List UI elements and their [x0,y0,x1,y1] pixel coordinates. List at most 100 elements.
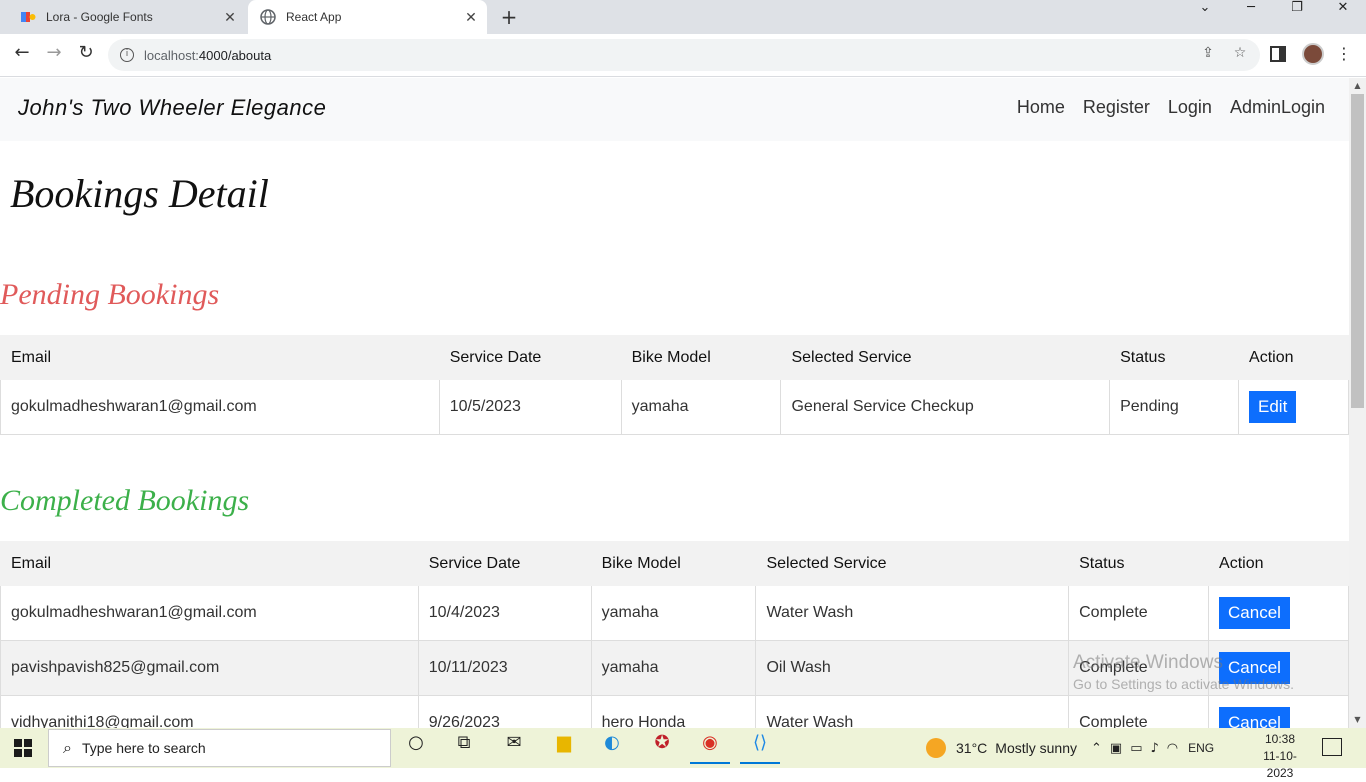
edge-icon[interactable]: ◐ [592,732,632,764]
profile-avatar[interactable] [1302,43,1324,65]
cell-model: yamaha [590,585,757,641]
windows-taskbar: ⌕ Type here to search ○ ⧉ ✉ ▆ ◐ ✪ ◉ ⟨⟩ 3… [0,728,1366,780]
file-explorer-icon[interactable]: ▆ [544,732,584,764]
nav-login-link[interactable]: Login [1168,97,1212,118]
back-arrow-icon[interactable]: ← [8,42,36,70]
table-row: vidhyanithi18@gmail.com 9/26/2023 hero H… [0,695,1349,728]
pending-bookings-heading: Pending Bookings [0,278,220,311]
cell-date: 10/4/2023 [417,585,592,641]
vscode-icon[interactable]: ⟨⟩ [740,732,780,764]
cancel-button[interactable]: Cancel [1219,597,1290,629]
tab-search-chevron-icon[interactable]: ⌄ [1182,0,1228,30]
nav-adminlogin-link[interactable]: AdminLogin [1230,97,1325,118]
cell-action: Cancel [1208,695,1349,728]
close-tab-icon[interactable]: ✕ [220,9,240,26]
language-indicator[interactable]: ENG [1188,741,1214,755]
completed-bookings-heading: Completed Bookings [0,484,250,517]
cell-service: Oil Wash [755,640,1070,696]
cancel-button[interactable]: Cancel [1219,652,1290,684]
globe-icon [260,9,276,25]
cancel-button[interactable]: Cancel [1219,707,1290,728]
column-header-selected-service: Selected Service [755,541,1070,586]
page-scrollbar[interactable]: ▲ ▼ [1349,78,1366,728]
site-navbar: John's Two Wheeler Elegance Home Registe… [0,78,1349,141]
scrollbar-thumb[interactable] [1351,94,1364,408]
nav-home-link[interactable]: Home [1017,97,1065,118]
table-header-row: Email Service Date Bike Model Selected S… [0,335,1349,380]
site-info-icon[interactable]: i [120,48,134,62]
new-tab-button[interactable]: + [498,6,520,28]
windows-start-icon[interactable] [14,739,32,757]
table-row: gokulmadheshwaran1@gmail.com 10/4/2023 y… [0,585,1349,641]
close-tab-icon[interactable]: ✕ [461,9,481,26]
side-panel-icon[interactable] [1270,46,1286,62]
cell-status: Complete [1068,585,1210,641]
bookmark-star-icon[interactable]: ☆ [1230,45,1250,65]
chrome-icon[interactable]: ◉ [690,732,730,764]
edit-button[interactable]: Edit [1249,391,1297,423]
share-icon[interactable]: ⇪ [1198,45,1218,65]
network-icon[interactable]: ▣ [1110,741,1122,756]
wifi-icon[interactable]: ◠ [1167,741,1178,756]
clock-date: 11-10-2023 [1263,749,1297,780]
cell-status: Complete [1068,640,1210,696]
task-view-icon[interactable]: ⧉ [444,732,484,764]
cell-date: 9/26/2023 [417,695,592,728]
cell-action: Cancel [1208,640,1349,696]
browser-toolbar: ← → ↻ i localhost:4000/abouta ⇪ ☆ ⋮ [0,34,1366,77]
close-window-button[interactable]: ✕ [1320,0,1366,30]
cell-email: gokulmadheshwaran1@gmail.com [0,585,419,641]
cell-model: hero Honda [590,695,757,728]
column-header-status: Status [1068,541,1210,586]
column-header-service-date: Service Date [417,541,592,586]
volume-icon[interactable]: ♪ [1150,741,1158,756]
menu-kebab-icon[interactable]: ⋮ [1336,44,1352,66]
pending-bookings-table: Email Service Date Bike Model Selected S… [0,335,1349,435]
column-header-service-date: Service Date [438,335,622,380]
system-tray: 31°C Mostly sunny ⌃ ▣ ▭ ♪ ◠ ENG [926,728,1214,768]
battery-icon[interactable]: ▭ [1130,741,1142,756]
scroll-up-arrow-icon[interactable]: ▲ [1349,78,1366,94]
tab-react-app[interactable]: React App ✕ [248,0,487,34]
weather-sun-icon[interactable] [926,738,946,758]
forward-arrow-icon[interactable]: → [40,42,68,70]
scroll-down-arrow-icon[interactable]: ▼ [1349,712,1366,728]
search-placeholder: Type here to search [81,740,206,756]
restore-button[interactable]: ❐ [1274,0,1320,30]
weather-temp[interactable]: 31°C [956,740,987,756]
table-row: gokulmadheshwaran1@gmail.com 10/5/2023 y… [0,379,1349,435]
weather-desc[interactable]: Mostly sunny [995,740,1077,756]
tab-title: React App [286,10,342,24]
cell-service: Water Wash [755,585,1070,641]
taskbar-search-box[interactable]: ⌕ Type here to search [48,729,391,767]
column-header-bike-model: Bike Model [590,541,757,586]
cell-status: Pending [1109,379,1240,435]
url-text[interactable]: localhost:4000/abouta [144,48,271,63]
cell-date: 10/5/2023 [438,379,622,435]
reload-icon[interactable]: ↻ [72,42,100,70]
tab-title: Lora - Google Fonts [46,10,153,24]
column-header-status: Status [1109,335,1240,380]
cell-email: vidhyanithi18@gmail.com [0,695,419,728]
mail-icon[interactable]: ✉ [494,732,534,764]
tab-lora-google-fonts[interactable]: Lora - Google Fonts ✕ [8,0,246,34]
cell-service: Water Wash [755,695,1070,728]
cell-email: gokulmadheshwaran1@gmail.com [0,379,440,435]
minimize-button[interactable]: ─ [1228,0,1274,30]
app-red-icon[interactable]: ✪ [642,732,682,764]
cortana-icon[interactable]: ○ [396,732,436,764]
column-header-email: Email [0,541,419,586]
taskbar-clock[interactable]: 10:38 11-10-2023 [1250,731,1310,782]
google-fonts-icon [20,9,36,25]
column-header-action: Action [1238,335,1349,380]
nav-links: Home Register Login AdminLogin [1017,97,1325,118]
column-header-action: Action [1208,541,1349,586]
address-bar[interactable]: i localhost:4000/abouta ⇪ ☆ [108,39,1260,71]
notification-icon[interactable] [1322,738,1342,756]
cell-date: 10/11/2023 [417,640,592,696]
nav-register-link[interactable]: Register [1083,97,1150,118]
cell-service: General Service Checkup [780,379,1111,435]
brand-name[interactable]: John's Two Wheeler Elegance [18,95,326,121]
search-icon: ⌕ [63,738,72,757]
chevron-up-icon[interactable]: ⌃ [1091,741,1102,756]
